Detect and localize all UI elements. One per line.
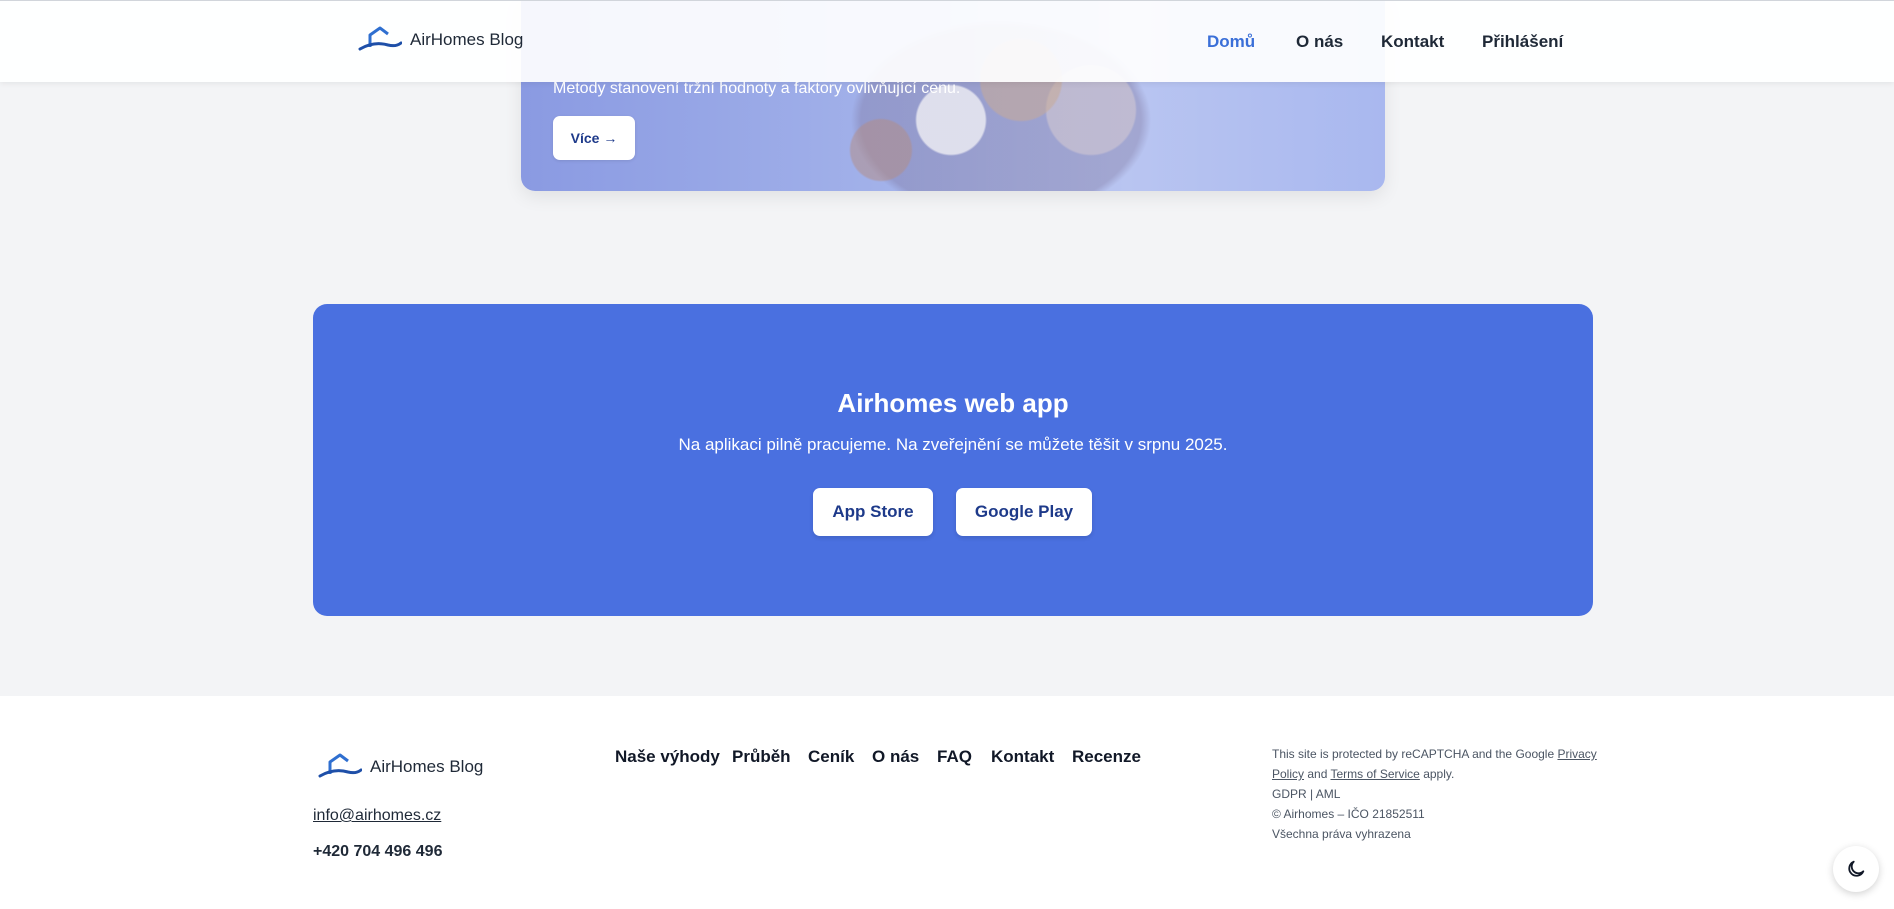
footer-link-pricing[interactable]: Ceník xyxy=(808,747,854,767)
header-logo[interactable]: AirHomes Blog xyxy=(358,25,523,55)
nav-home[interactable]: Domů xyxy=(1207,32,1255,52)
site-header: AirHomes Blog Domů O nás Kontakt Přihláš… xyxy=(0,0,1894,82)
legal-notice: This site is protected by reCAPTCHA and … xyxy=(1272,744,1602,844)
footer-link-about[interactable]: O nás xyxy=(872,747,919,767)
hero-subtitle: Metody stanovení tržní hodnoty a faktory… xyxy=(553,80,961,97)
footer-link-benefits[interactable]: Naše výhody xyxy=(615,747,720,767)
promo-title: Airhomes web app xyxy=(837,388,1069,418)
promo-text: Na aplikaci pilně pracujeme. Na zveřejně… xyxy=(678,435,1228,454)
gdpr-aml: GDPR | AML xyxy=(1272,787,1341,801)
nav-login[interactable]: Přihlášení xyxy=(1482,32,1563,52)
footer-phone: +420 704 496 496 xyxy=(313,843,443,860)
house-wave-icon xyxy=(358,26,402,51)
google-play-button[interactable]: Google Play xyxy=(956,488,1092,536)
app-store-button[interactable]: App Store xyxy=(813,488,933,536)
site-footer: AirHomes Blog info@airhomes.cz +420 704 … xyxy=(0,696,1894,909)
house-wave-icon xyxy=(318,753,362,778)
nav-contact[interactable]: Kontakt xyxy=(1381,32,1444,52)
footer-brand-name: AirHomes Blog xyxy=(370,757,484,776)
footer-link-process[interactable]: Průběh xyxy=(732,747,791,767)
footer-link-contact[interactable]: Kontakt xyxy=(991,747,1054,767)
footer-logo[interactable]: AirHomes Blog xyxy=(318,752,483,782)
footer-link-faq[interactable]: FAQ xyxy=(937,747,972,767)
more-button[interactable]: Více → xyxy=(553,116,635,160)
terms-of-service-link[interactable]: Terms of Service xyxy=(1331,767,1420,781)
footer-link-reviews[interactable]: Recenze xyxy=(1072,747,1141,767)
nav-about[interactable]: O nás xyxy=(1296,32,1343,52)
theme-toggle-button[interactable] xyxy=(1833,846,1879,892)
copyright: © Airhomes – IČO 21852511 xyxy=(1272,807,1425,821)
app-promo-section: Airhomes web app Na aplikaci pilně pracu… xyxy=(313,304,1593,616)
all-rights-reserved: Všechna práva vyhrazena xyxy=(1272,827,1411,841)
recaptcha-notice: This site is protected by reCAPTCHA and … xyxy=(1272,747,1597,781)
moon-icon xyxy=(1848,860,1865,877)
brand-name: AirHomes Blog xyxy=(410,30,524,49)
footer-email-link[interactable]: info@airhomes.cz xyxy=(313,807,441,825)
